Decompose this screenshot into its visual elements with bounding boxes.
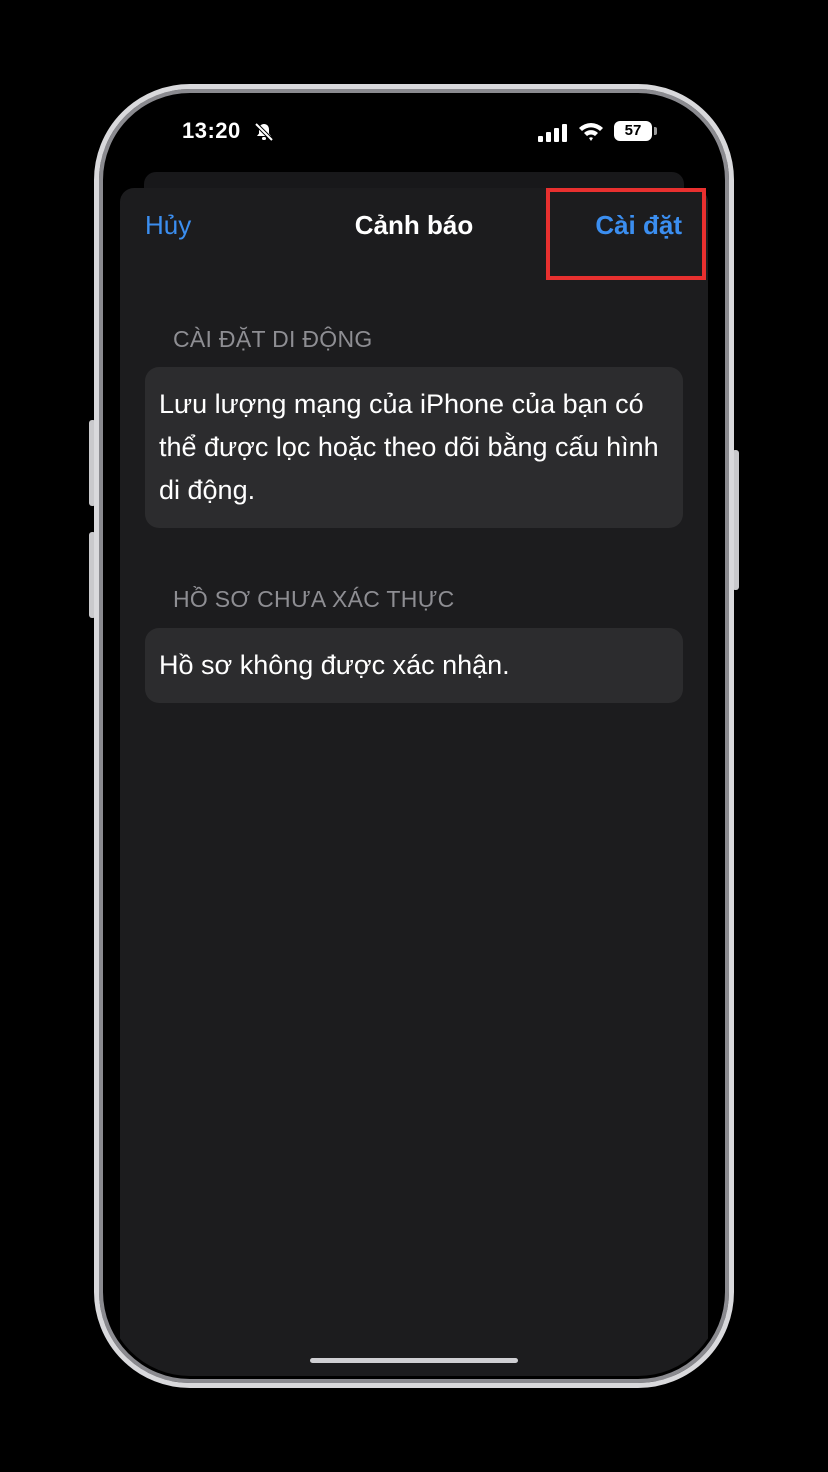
card-body-text: Hồ sơ không được xác nhận. <box>159 650 510 680</box>
battery-tip <box>654 127 657 135</box>
signal-icon <box>538 124 567 142</box>
highlight-box <box>546 188 706 280</box>
stage: 13:20 57 Hủy Cảnh báo Cài đặt CÀI ĐẶT DI… <box>0 0 828 1472</box>
battery-icon: 57 <box>614 121 652 141</box>
card-body-text: Lưu lượng mạng của iPhone của bạn có thể… <box>159 389 659 505</box>
section-header-unverified-profile: HỒ SƠ CHƯA XÁC THỰC <box>173 586 455 612</box>
bell-slash-icon <box>254 122 274 142</box>
card-mobile-settings: Lưu lượng mạng của iPhone của bạn có thể… <box>145 367 683 528</box>
warning-sheet: Hủy Cảnh báo Cài đặt CÀI ĐẶT DI ĐỘNG Lưu… <box>120 188 708 1376</box>
wifi-icon <box>579 123 603 141</box>
home-indicator[interactable] <box>310 1358 518 1363</box>
section-header-mobile-settings: CÀI ĐẶT DI ĐỘNG <box>173 326 373 352</box>
phone-screen: 13:20 57 Hủy Cảnh báo Cài đặt CÀI ĐẶT DI… <box>106 96 722 1376</box>
card-unverified-profile: Hồ sơ không được xác nhận. <box>145 628 683 703</box>
status-time: 13:20 <box>182 118 241 143</box>
